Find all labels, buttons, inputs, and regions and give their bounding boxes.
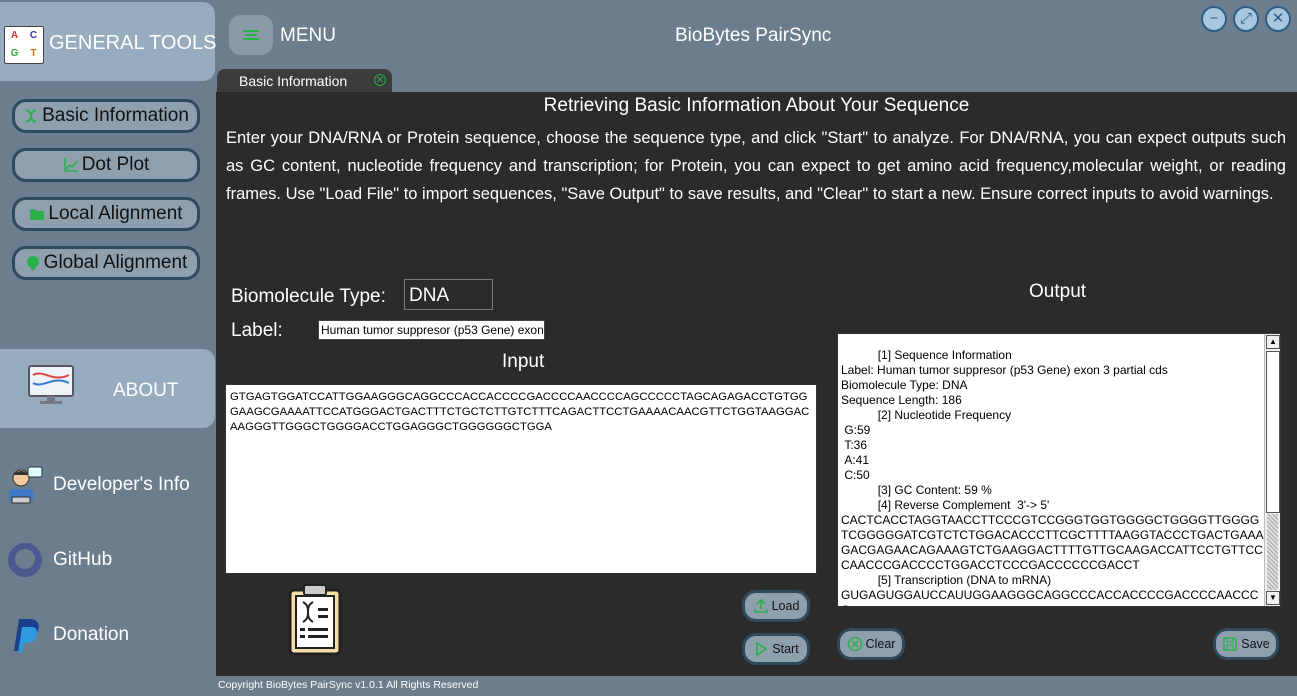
save-label: Save xyxy=(1241,637,1270,651)
output-line: T:36 xyxy=(841,438,868,452)
brand-panel: A C G T GENERAL TOOLS xyxy=(0,2,217,81)
biomolecule-type-select[interactable]: DNA xyxy=(404,279,493,310)
output-text: [1] Sequence Information Label: Human tum… xyxy=(841,348,1265,606)
clear-button[interactable]: Clear xyxy=(837,628,905,660)
main-panel: Retrieving Basic Information About Your … xyxy=(216,92,1297,676)
label-field-label: Label: xyxy=(231,320,283,341)
upload-icon xyxy=(753,598,768,613)
developer-icon xyxy=(9,466,43,504)
nav-basic-information-label: Basic Information xyxy=(42,105,189,126)
close-icon: ✕ xyxy=(1271,10,1285,27)
app-title: BioBytes PairSync xyxy=(675,25,832,46)
close-button[interactable]: ✕ xyxy=(1265,6,1291,32)
output-line: CACTCACCTAGGTAACCTTCCCGTCCGGGTGGTGGGGCTG… xyxy=(841,513,1264,572)
dna-icon xyxy=(25,109,37,123)
save-button[interactable]: Save xyxy=(1213,628,1279,660)
menu-button[interactable] xyxy=(229,15,273,55)
output-line: GUGAGUGGAUCCAUUGGAAGGGCAGGCCCACCACCCCGAC… xyxy=(841,588,1259,606)
play-icon xyxy=(756,641,768,657)
output-line: [2] Nucleotide Frequency xyxy=(841,408,1012,422)
minimize-icon: − xyxy=(1209,10,1219,27)
about-button[interactable]: ABOUT xyxy=(0,349,215,428)
nav-global-alignment-button[interactable]: Global Alignment xyxy=(12,246,200,280)
monitor-dna-icon xyxy=(28,365,74,404)
sequence-input[interactable]: GTGAGTGGATCCATTGGAAGGGCAGGCCCACCACCCCGAC… xyxy=(225,384,817,574)
nav-global-alignment-label: Global Alignment xyxy=(43,252,188,273)
description-text: Enter your DNA/RNA or Protein sequence, … xyxy=(226,129,1286,203)
biomolecule-type-label: Biomolecule Type: xyxy=(231,286,386,307)
output-line: [3] GC Content: 59 % xyxy=(841,483,992,497)
minimize-button[interactable]: − xyxy=(1201,6,1227,32)
nav-dot-plot-button[interactable]: Dot Plot xyxy=(12,148,200,182)
output-line: Biomolecule Type: DNA xyxy=(841,378,968,392)
output-line: C:50 xyxy=(841,468,870,482)
output-line: [5] Transcription (DNA to mRNA) xyxy=(841,573,1052,587)
output-line: G:59 xyxy=(841,423,871,437)
donation-label: Donation xyxy=(53,624,130,645)
page-heading: Retrieving Basic Information About Your … xyxy=(543,95,970,116)
github-link[interactable]: GitHub xyxy=(6,540,112,580)
clipboard-dna-icon xyxy=(288,584,342,656)
nav-dot-plot-label: Dot Plot xyxy=(81,154,150,175)
output-line: Sequence Length: 186 xyxy=(841,393,962,407)
maximize-button[interactable]: ⤢ xyxy=(1233,6,1259,32)
acgt-logo: A C G T xyxy=(4,26,44,64)
nav-local-alignment-button[interactable]: Local Alignment xyxy=(12,197,200,231)
brain-icon xyxy=(26,256,39,270)
start-button[interactable]: Start xyxy=(742,633,810,665)
developer-info-label: Developer's Info xyxy=(53,474,190,495)
maximize-icon: ⤢ xyxy=(1239,10,1252,27)
tab-close-icon[interactable]: ✕ xyxy=(374,74,386,86)
copyright-footer: Copyright BioBytes PairSync v1.0.1 All R… xyxy=(218,679,479,691)
folder-icon xyxy=(30,209,45,220)
output-line: A:41 xyxy=(841,453,870,467)
scroll-up-icon[interactable]: ▲ xyxy=(1266,335,1280,349)
tab-basic-information[interactable]: Basic Information ✕ xyxy=(217,69,392,94)
github-icon xyxy=(8,542,42,577)
output-line: Label: Human tumor suppresor (p53 Gene) … xyxy=(841,363,1168,377)
nav-local-alignment-label: Local Alignment xyxy=(48,203,183,224)
load-button[interactable]: Load xyxy=(742,590,810,622)
menu-label: MENU xyxy=(280,25,336,46)
clear-label: Clear xyxy=(865,637,896,651)
input-title: Input xyxy=(502,351,545,372)
sidebar: A C G T GENERAL TOOLS Basic Information … xyxy=(0,0,216,696)
output-textarea[interactable]: [1] Sequence Information Label: Human tum… xyxy=(837,333,1281,607)
output-title: Output xyxy=(1029,281,1087,302)
about-label: ABOUT xyxy=(113,380,179,401)
clear-circle-icon xyxy=(847,636,862,652)
label-input[interactable]: Human tumor suppresor (p53 Gene) exon xyxy=(318,320,545,340)
hamburger-icon xyxy=(243,30,259,40)
scroll-track-hatch xyxy=(1267,514,1278,590)
output-scrollbar[interactable]: ▲ ▼ xyxy=(1264,334,1280,606)
paypal-icon xyxy=(14,619,39,653)
brand-title: GENERAL TOOLS xyxy=(49,32,217,54)
load-label: Load xyxy=(771,599,800,613)
scroll-thumb[interactable] xyxy=(1266,351,1280,513)
tab-label: Basic Information xyxy=(239,73,348,89)
save-disk-icon xyxy=(1223,637,1237,651)
github-label: GitHub xyxy=(53,549,113,570)
start-label: Start xyxy=(772,642,799,656)
scroll-down-icon[interactable]: ▼ xyxy=(1266,591,1280,605)
nav-basic-information-button[interactable]: Basic Information xyxy=(12,99,200,133)
output-line: [1] Sequence Information xyxy=(841,348,1012,362)
developer-info-link[interactable]: Developer's Info xyxy=(6,465,190,505)
scatter-chart-icon xyxy=(63,158,78,172)
output-line: [4] Reverse Complement 3'-> 5' xyxy=(841,498,1050,512)
donation-link[interactable]: Donation xyxy=(6,615,129,655)
